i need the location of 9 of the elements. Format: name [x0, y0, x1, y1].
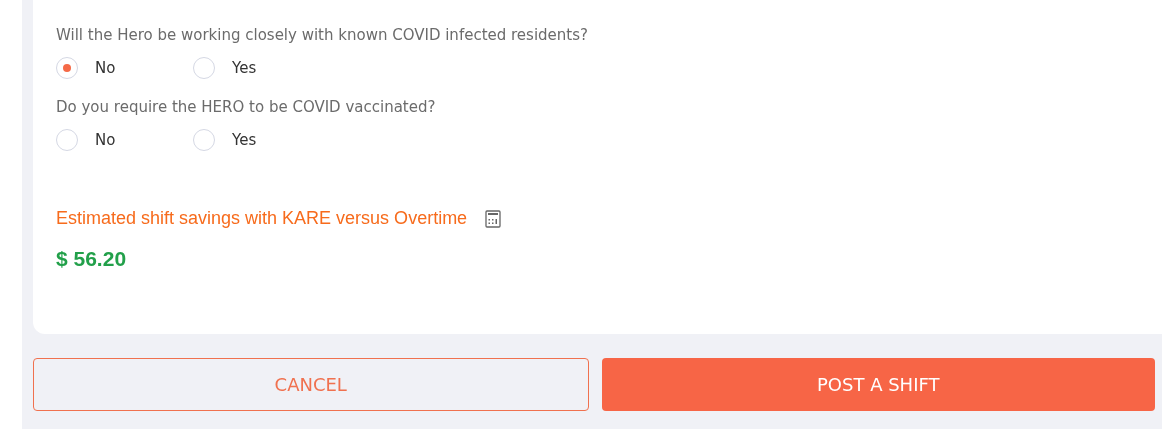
savings-label: Estimated shift savings with KARE versus Overtime	[56, 208, 468, 229]
question-text: Do you require the HERO to be COVID vaccinated?	[56, 97, 437, 118]
question-text: Will the Hero be working closely with known COVID infected residents?	[56, 25, 589, 46]
radio-option[interactable]: No	[56, 57, 193, 79]
radio-option[interactable]: No	[56, 129, 193, 151]
calculator-icon[interactable]	[485, 209, 502, 228]
radio-option[interactable]: Yes	[193, 57, 330, 79]
radio-option[interactable]: Yes	[193, 129, 330, 151]
savings-amount: $ 56.20	[56, 247, 128, 271]
